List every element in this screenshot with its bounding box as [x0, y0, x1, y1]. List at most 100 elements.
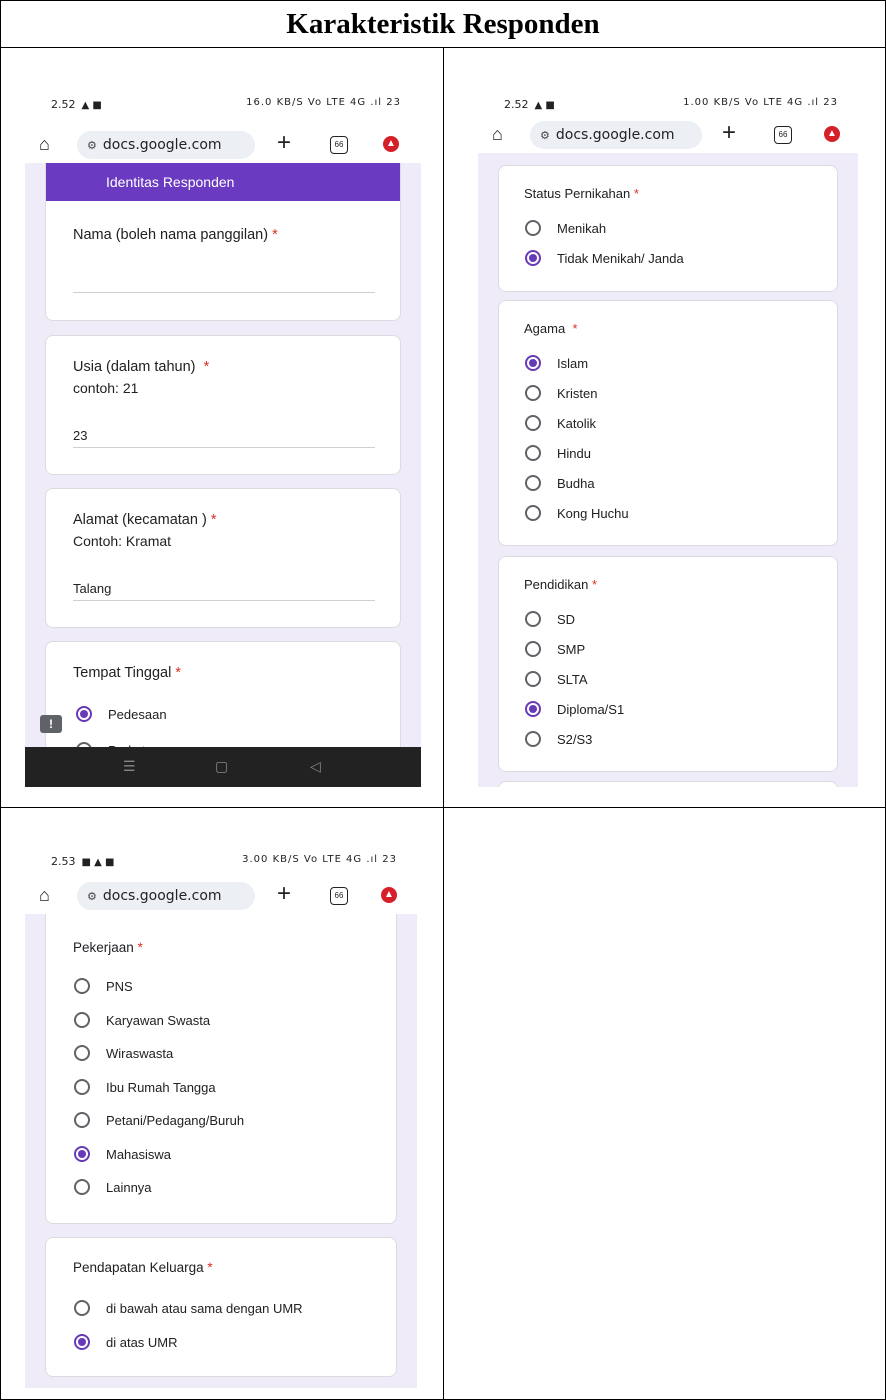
title-cell: Karakteristik Responden: [0, 0, 886, 48]
screenshot-3: 2.53 ■ ▲ ■ 3.00 KB/S Vo LTE 4G .ıl 23 ⌂ ⚙…: [25, 842, 417, 1388]
section-header-card: Identitas Responden Nama (boleh nama pan…: [45, 163, 401, 321]
pendapatan-radio[interactable]: [74, 1334, 90, 1350]
agama-radio[interactable]: [525, 475, 541, 491]
new-tab-icon[interactable]: +: [722, 119, 736, 147]
card-pendidikan: Pendidikan * SD SMP SLTA Diploma/S1 S2/S3: [498, 556, 838, 772]
card-usia: Usia (dalam tahun) * contoh: 21 23: [45, 335, 401, 475]
status-icons: 3.00 KB/S Vo LTE 4G .ıl 23: [242, 854, 397, 865]
tabs-count-icon[interactable]: 66: [330, 136, 348, 154]
status-option-label: Tidak Menikah/ Janda: [557, 251, 684, 266]
card-pendapatan: Pendapatan Keluarga * di bawah atau sama…: [45, 1237, 397, 1377]
pekerjaan-radio[interactable]: [74, 1145, 90, 1162]
tabs-count-icon[interactable]: 66: [330, 887, 348, 905]
tabs-count-icon[interactable]: 66: [774, 126, 792, 144]
agama-radio[interactable]: [525, 415, 541, 431]
browser-menu-icon[interactable]: ▲: [383, 136, 399, 152]
agama-radio[interactable]: [525, 445, 541, 461]
pekerjaan-option-label: Mahasiswa: [106, 1146, 172, 1162]
pendidikan-option-label: Diploma/S1: [557, 702, 625, 717]
status-bar: 2.52 ▲ ■ 16.0 KB/S Vo LTE 4G .ıl 23: [25, 85, 421, 127]
option-pedesaan: Pedesaan: [108, 707, 167, 722]
feedback-icon[interactable]: !: [40, 715, 62, 733]
browser-menu-icon[interactable]: ▲: [824, 126, 840, 142]
pendidikan-option-label: SLTA: [557, 672, 588, 687]
pendapatan-radio[interactable]: [74, 1300, 90, 1316]
question-pendidikan: Pendidikan *: [524, 577, 598, 592]
question-usia: Usia (dalam tahun) *: [73, 359, 210, 375]
status-icons: 16.0 KB/S Vo LTE 4G .ıl 23: [246, 97, 401, 108]
pekerjaan-option-label: PNS: [106, 979, 133, 994]
pekerjaan-option-label: Wiraswasta: [106, 1046, 174, 1061]
question-tempat: Tempat Tinggal *: [73, 665, 182, 681]
question-pendapatan: Pendapatan Keluarga *: [73, 1260, 213, 1275]
section-header: Identitas Responden: [46, 163, 400, 201]
card-pekerjaan: Pekerjaan * PNS Karyawan Swasta Wiraswasta…: [45, 914, 397, 1224]
site-settings-icon[interactable]: ⚙: [87, 890, 97, 903]
url-field[interactable]: ⚙ docs.google.com: [77, 131, 255, 159]
status-radio[interactable]: [525, 220, 541, 236]
input-alamat[interactable]: Talang: [73, 581, 111, 596]
input-usia-line: [73, 447, 375, 448]
agama-option-label: Kong Huchu: [557, 506, 629, 521]
agama-option-label: Hindu: [557, 446, 591, 461]
pendidikan-radio[interactable]: [525, 611, 541, 627]
pekerjaan-option-label: Ibu Rumah Tangga: [106, 1079, 216, 1095]
radio-pedesaan[interactable]: [76, 706, 92, 722]
site-settings-icon[interactable]: ⚙: [87, 139, 97, 152]
pekerjaan-radio[interactable]: [74, 1112, 90, 1128]
input-alamat-line: [73, 600, 375, 601]
pendapatan-option-label: di atas UMR: [106, 1335, 178, 1350]
agama-option-label: Katolik: [557, 416, 597, 431]
pendidikan-option-label: SMP: [557, 642, 586, 657]
status-icons: 1.00 KB/S Vo LTE 4G .ıl 23: [683, 97, 838, 108]
input-usia[interactable]: 23: [73, 428, 87, 443]
question-pekerjaan: Pekerjaan *: [73, 940, 143, 955]
status-time: 2.53 ■ ▲ ■: [51, 855, 115, 868]
recents-icon[interactable]: ☰: [123, 758, 136, 775]
site-settings-icon[interactable]: ⚙: [540, 129, 550, 142]
question-nama: Nama (boleh nama panggilan) *: [73, 227, 278, 243]
pendidikan-radio[interactable]: [525, 731, 541, 747]
pendidikan-option-label: S2/S3: [557, 732, 593, 747]
status-option-label: Menikah: [557, 221, 607, 236]
pekerjaan-option-label: Lainnya: [106, 1180, 152, 1195]
status-radio[interactable]: [525, 250, 541, 266]
agama-option-label: Kristen: [557, 386, 598, 401]
pekerjaan-radio[interactable]: [74, 1078, 90, 1095]
screenshot-2: 2.52 ▲ ■ 1.00 KB/S Vo LTE 4G .ıl 23 ⌂ ⚙ do…: [478, 85, 858, 787]
status-time: 2.52 ▲ ■: [504, 98, 555, 111]
new-tab-icon[interactable]: +: [277, 129, 291, 157]
new-tab-icon[interactable]: +: [277, 880, 291, 908]
screenshot-1: 2.52 ▲ ■ 16.0 KB/S Vo LTE 4G .ıl 23 ⌂ ⚙ do…: [25, 85, 421, 787]
agama-radio[interactable]: [525, 355, 541, 371]
home-nav-icon[interactable]: ▢: [215, 758, 228, 775]
agama-radio[interactable]: [525, 505, 541, 521]
agama-radio[interactable]: [525, 385, 541, 401]
pekerjaan-radio[interactable]: [74, 1011, 90, 1028]
question-alamat: Alamat (kecamatan ) *: [73, 512, 217, 528]
browser-menu-icon[interactable]: ▲: [381, 887, 397, 903]
pendidikan-radio[interactable]: [525, 641, 541, 657]
hint-alamat: Contoh: Kramat: [73, 533, 172, 549]
android-nav-bar: ☰ ▢ ◁: [25, 747, 421, 787]
url-field[interactable]: ⚙ docs.google.com: [77, 882, 255, 910]
back-icon[interactable]: ◁: [310, 758, 321, 775]
url-field[interactable]: ⚙ docs.google.com: [530, 121, 702, 149]
question-agama: Agama *: [524, 321, 578, 336]
pekerjaan-radio[interactable]: [74, 978, 90, 994]
home-icon[interactable]: ⌂: [492, 124, 503, 145]
card-agama: Agama * Islam Kristen Katolik Hindu Budha Kon…: [498, 300, 838, 546]
card-status-pernikahan: Status Pernikahan * Menikah Tidak Menikah…: [498, 165, 838, 292]
table-title: Karakteristik Responden: [286, 8, 600, 40]
home-icon[interactable]: ⌂: [39, 885, 50, 906]
pekerjaan-radio[interactable]: [74, 1179, 90, 1195]
hint-usia: contoh: 21: [73, 380, 139, 396]
browser-bar: ⌂ ⚙ docs.google.com + 66 ▲: [25, 127, 421, 163]
pekerjaan-option-label: Karyawan Swasta: [106, 1012, 211, 1028]
home-icon[interactable]: ⌂: [39, 134, 50, 155]
pendidikan-radio[interactable]: [525, 671, 541, 687]
pekerjaan-radio[interactable]: [74, 1045, 90, 1061]
pendapatan-option-label: di bawah atau sama dengan UMR: [106, 1301, 303, 1316]
pendidikan-radio[interactable]: [525, 701, 541, 717]
input-nama[interactable]: [73, 292, 375, 293]
